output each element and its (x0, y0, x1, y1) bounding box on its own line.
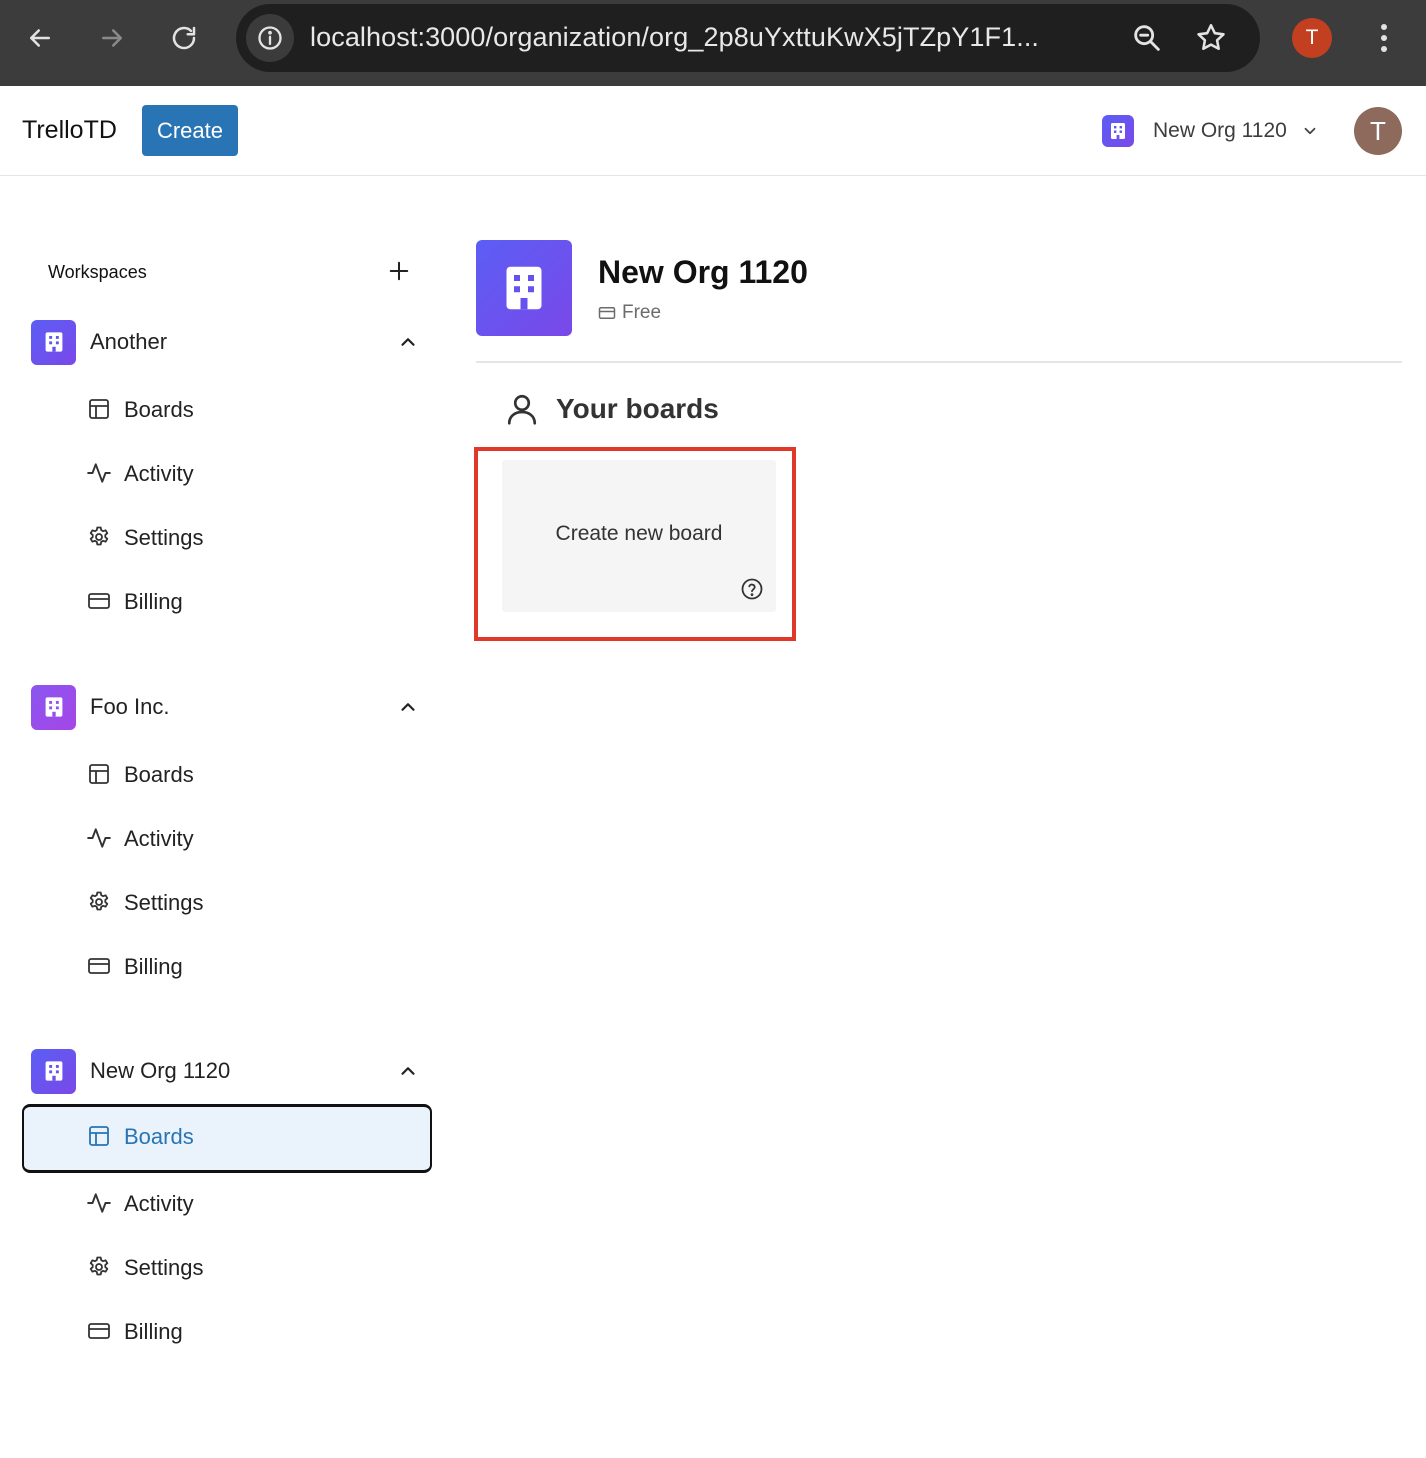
org-name: New Org 1120 (90, 1058, 231, 1083)
sidebar-item-label: Settings (124, 525, 204, 550)
credit-card-icon (86, 588, 112, 614)
building-icon (476, 240, 572, 336)
sidebar-org-foo-inc[interactable]: Foo Inc. (31, 684, 431, 730)
sidebar-item-label: Activity (124, 1191, 194, 1216)
layout-icon (86, 1123, 112, 1149)
sidebar-item-label: Boards (124, 397, 194, 422)
forward-button[interactable] (88, 14, 136, 62)
plus-icon (389, 261, 409, 281)
building-icon (31, 684, 76, 730)
bookmark-star-icon[interactable] (1194, 21, 1228, 55)
activity-icon (86, 460, 112, 486)
sidebar-item-label: Billing (124, 589, 183, 614)
sidebar-item-settings[interactable]: Settings (22, 870, 432, 934)
create-new-board-label: Create new board (555, 522, 723, 545)
user-icon (507, 394, 537, 425)
url-text[interactable]: localhost:3000/organization/org_2p8uYxtt… (310, 22, 1110, 53)
workspaces-heading: Workspaces (48, 262, 147, 282)
building-icon (31, 319, 76, 365)
back-button[interactable] (16, 14, 64, 62)
app-header: TrelloTD Create New Org 1120 T (0, 86, 1426, 176)
sidebar-item-activity[interactable]: Activity (22, 1171, 432, 1235)
add-workspace-button[interactable] (384, 256, 414, 286)
chevron-up-icon[interactable] (397, 1060, 419, 1082)
sidebar-item-label: Activity (124, 461, 194, 486)
user-avatar[interactable]: T (1354, 107, 1402, 155)
help-circle-icon[interactable] (740, 577, 764, 601)
sidebar-item-boards-active[interactable]: Boards (22, 1104, 432, 1173)
gear-icon (86, 524, 112, 550)
credit-card-icon (86, 953, 112, 979)
main-content: New Org 1120 Free Your boards Create new… (474, 176, 1402, 1458)
sidebar-org-new-org-1120[interactable]: New Org 1120 (31, 1048, 431, 1094)
browser-menu-button[interactable] (1364, 18, 1404, 58)
browser-profile-avatar[interactable]: T (1292, 18, 1332, 58)
sidebar-item-label: Activity (124, 826, 194, 851)
building-icon (31, 1048, 76, 1094)
sidebar-item-activity[interactable]: Activity (22, 806, 432, 870)
sidebar-item-label: Settings (124, 1255, 204, 1280)
activity-icon (86, 1190, 112, 1216)
sidebar-item-activity[interactable]: Activity (22, 441, 432, 505)
reload-icon (172, 26, 196, 50)
divider (476, 361, 1402, 363)
sidebar-item-billing[interactable]: Billing (22, 1299, 432, 1363)
browser-toolbar: localhost:3000/organization/org_2p8uYxtt… (0, 0, 1426, 86)
create-button[interactable]: Create (142, 105, 238, 156)
your-boards-heading: Your boards (504, 391, 719, 427)
sidebar-item-billing[interactable]: Billing (22, 934, 432, 998)
org-switcher-label: New Org 1120 (1153, 119, 1287, 142)
org-name: Another (90, 329, 168, 354)
address-bar[interactable]: localhost:3000/organization/org_2p8uYxtt… (236, 4, 1260, 72)
sidebar-item-label: Boards (124, 762, 194, 787)
section-title: Your boards (556, 393, 719, 424)
sidebar-item-label: Billing (124, 954, 183, 979)
sidebar-item-boards[interactable]: Boards (22, 377, 432, 441)
plan-label: Free (622, 302, 662, 323)
org-name: Foo Inc. (90, 694, 170, 719)
gear-icon (86, 889, 112, 915)
credit-card-icon (598, 307, 616, 319)
sidebar-item-settings[interactable]: Settings (22, 505, 432, 569)
page-title: New Org 1120 (598, 254, 808, 290)
plan-badge: Free (598, 302, 661, 324)
activity-icon (86, 825, 112, 851)
brand-logo[interactable]: TrelloTD (22, 116, 117, 145)
more-vertical-icon (1381, 24, 1387, 52)
site-info-button[interactable] (246, 14, 294, 62)
sidebar-item-label: Boards (124, 1124, 194, 1149)
arrow-left-icon (30, 29, 50, 47)
arrow-right-icon (102, 29, 122, 47)
sidebar-item-billing[interactable]: Billing (22, 569, 432, 633)
sidebar-item-label: Settings (124, 890, 204, 915)
org-switcher[interactable]: New Org 1120 (1102, 114, 1321, 148)
info-icon (258, 26, 282, 50)
sidebar-item-boards[interactable]: Boards (22, 742, 432, 806)
zoom-icon[interactable] (1130, 21, 1164, 55)
create-new-board-card[interactable]: Create new board (502, 460, 776, 612)
layout-icon (86, 396, 112, 422)
building-icon (1102, 115, 1134, 147)
sidebar: Workspaces Another Boards Activity Setti… (0, 176, 450, 1458)
gear-icon (86, 1254, 112, 1280)
sidebar-org-another[interactable]: Another (31, 319, 431, 365)
reload-button[interactable] (160, 14, 208, 62)
layout-icon (86, 761, 112, 787)
sidebar-item-label: Billing (124, 1319, 183, 1344)
chevron-up-icon[interactable] (397, 696, 419, 718)
chevron-up-icon[interactable] (397, 331, 419, 353)
sidebar-item-settings[interactable]: Settings (22, 1235, 432, 1299)
chevron-down-icon (1301, 121, 1321, 141)
credit-card-icon (86, 1318, 112, 1344)
